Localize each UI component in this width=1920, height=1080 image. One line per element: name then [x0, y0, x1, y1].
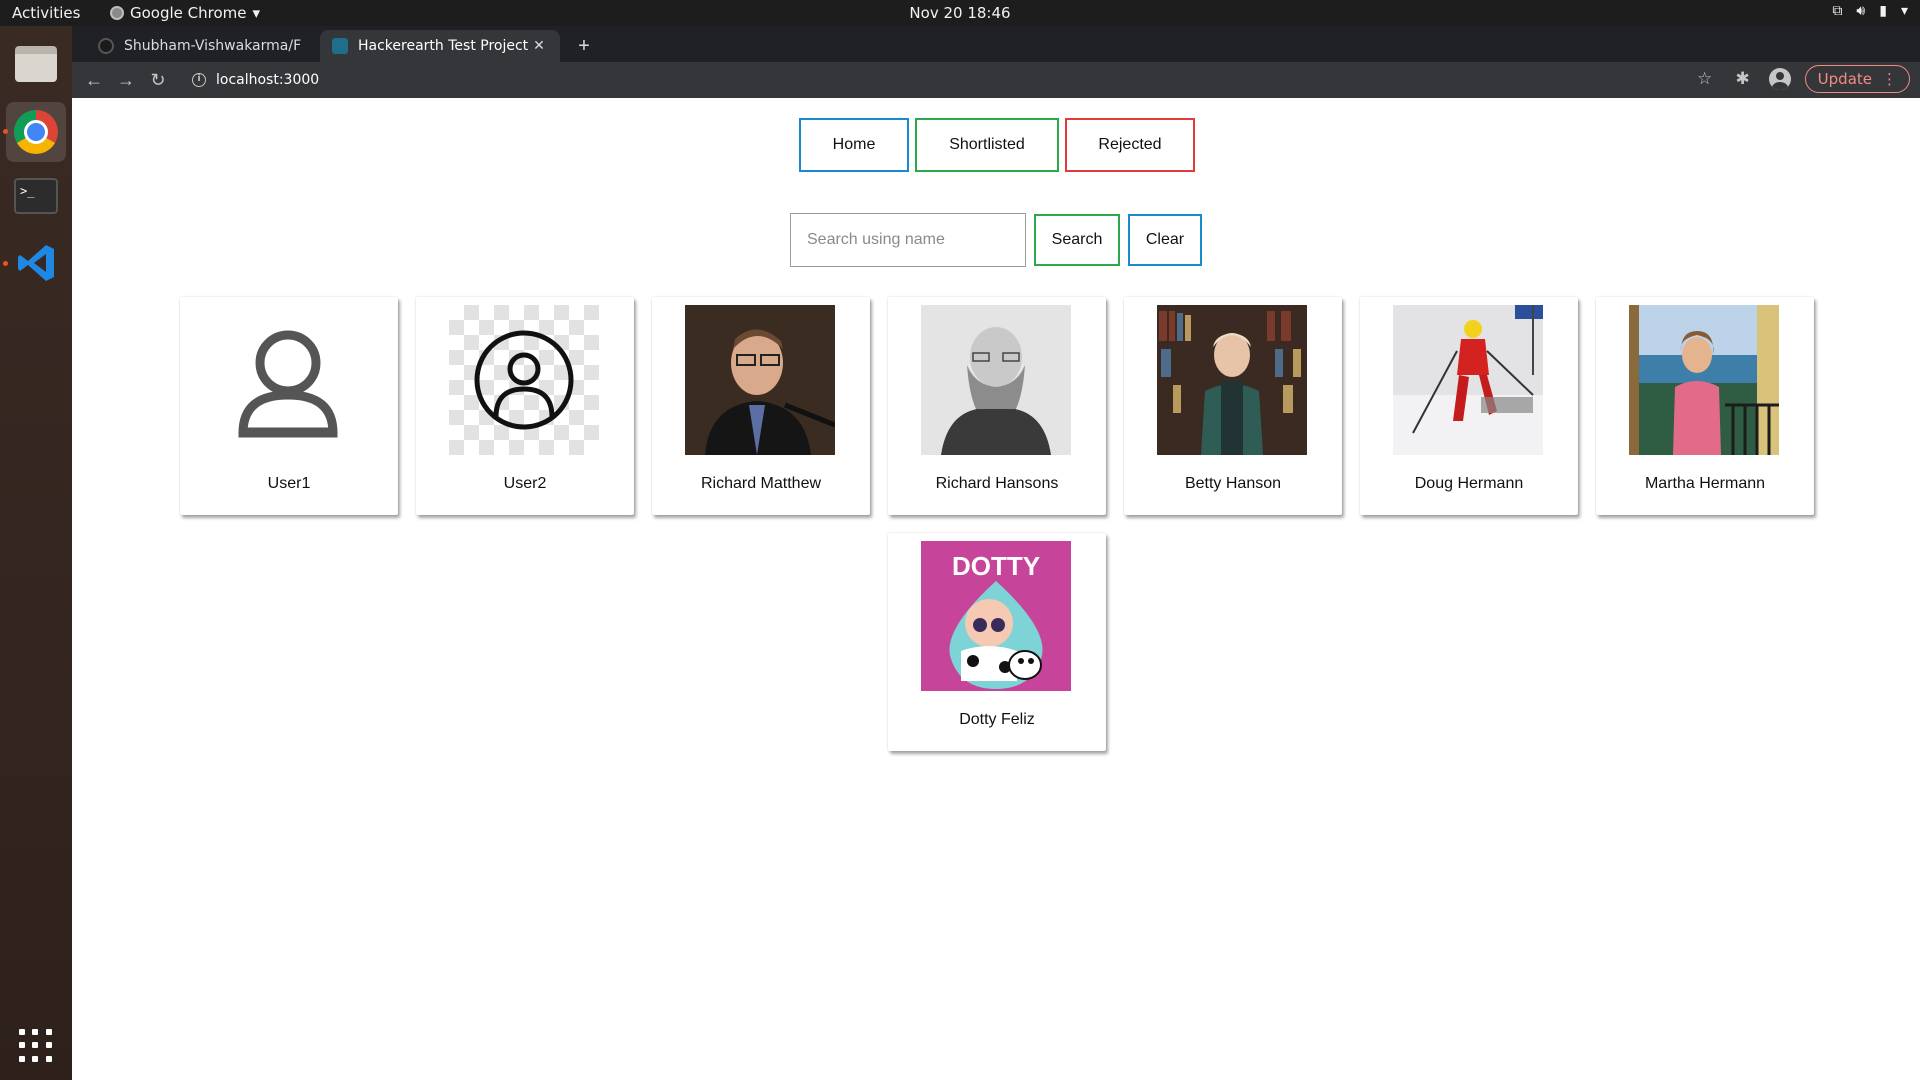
chrome-mini-icon [110, 6, 124, 20]
default-user-icon [213, 305, 363, 455]
search-button[interactable]: Search [1034, 214, 1120, 266]
extensions-icon[interactable]: ✱ [1731, 67, 1755, 91]
files-icon [15, 46, 57, 82]
dock-chrome[interactable] [6, 102, 66, 162]
star-icon[interactable]: ☆ [1693, 67, 1717, 91]
github-favicon-icon [98, 38, 114, 54]
rejected-button[interactable]: Rejected [1065, 118, 1195, 172]
home-button[interactable]: Home [799, 118, 909, 172]
app-grid-icon [19, 1029, 53, 1063]
candidate-name: Betty Hanson [1184, 475, 1282, 492]
back-arrow-icon[interactable]: ← [82, 68, 106, 92]
volume-icon: 🔊︎ [1856, 3, 1866, 19]
kebab-menu-icon: ⋮ [1882, 70, 1897, 88]
tab-title: Hackerearth Test Project [358, 38, 529, 54]
page-content: Home Shortlisted Rejected Search Clear U… [72, 98, 1920, 1080]
browser-toolbar: ← → ↻ i localhost:3000 ☆ ✱ Update ⋮ [72, 62, 1920, 98]
candidate-name: User1 [267, 475, 311, 492]
info-icon[interactable]: i [192, 73, 206, 87]
dock-terminal[interactable]: >_ [6, 166, 66, 226]
candidate-name: Richard Hansons [935, 475, 1059, 492]
filter-nav: Home Shortlisted Rejected [799, 118, 1195, 172]
clock[interactable]: Nov 20 18:46 [909, 4, 1010, 22]
dock-vscode[interactable] [6, 233, 66, 293]
react-favicon-icon [332, 38, 348, 54]
shortlisted-button[interactable]: Shortlisted [915, 118, 1059, 172]
running-indicator [3, 261, 8, 266]
show-applications[interactable] [6, 1016, 66, 1076]
candidate-card[interactable]: User1 [180, 297, 398, 515]
vscode-icon [18, 245, 54, 281]
url-text: localhost:3000 [216, 72, 320, 88]
update-label: Update [1817, 70, 1872, 88]
tab-title: Shubham-Vishwakarma/F [124, 38, 302, 54]
candidate-card[interactable]: DOTTY Dotty Feliz [888, 533, 1106, 751]
search-input[interactable] [790, 213, 1026, 267]
activities-button[interactable]: Activities [12, 4, 80, 22]
candidate-photo [921, 305, 1071, 455]
app-menu[interactable]: Google Chrome ▾ [110, 4, 260, 22]
candidate-photo [1629, 305, 1779, 455]
user-circle-icon [449, 305, 599, 455]
forward-arrow-icon[interactable]: → [114, 68, 138, 92]
candidate-name: User2 [503, 475, 547, 492]
candidate-card[interactable]: Doug Hermann [1360, 297, 1578, 515]
candidate-name: Doug Hermann [1414, 475, 1524, 492]
dotty-logo-text: DOTTY [952, 551, 1040, 581]
battery-icon: ▮ [1879, 3, 1887, 19]
network-icon: ⧉ [1832, 3, 1843, 19]
terminal-icon: >_ [14, 178, 58, 214]
candidate-photo [685, 305, 835, 455]
running-indicator [3, 129, 8, 134]
candidate-card[interactable]: User2 [416, 297, 634, 515]
system-tray[interactable]: ⧉ 🔊︎ ▮ ▾ [1832, 3, 1908, 19]
search-bar: Search Clear [790, 213, 1202, 267]
candidate-photo [1393, 305, 1543, 455]
update-button[interactable]: Update ⋮ [1804, 65, 1910, 93]
candidate-card[interactable]: Richard Hansons [888, 297, 1106, 515]
dock-files[interactable] [6, 34, 66, 94]
tab-strip: Shubham-Vishwakarma/F Hackerearth Test P… [72, 26, 1920, 62]
caret-down-icon: ▾ [252, 4, 261, 22]
tab-github[interactable]: Shubham-Vishwakarma/F [86, 30, 326, 62]
reload-icon[interactable]: ↻ [146, 68, 170, 92]
new-tab-button[interactable]: + [570, 32, 598, 60]
clear-button[interactable]: Clear [1128, 214, 1202, 266]
candidate-name: Martha Hermann [1644, 475, 1766, 492]
candidate-card[interactable]: Betty Hanson [1124, 297, 1342, 515]
candidate-name: Dotty Feliz [959, 711, 1035, 728]
close-tab-icon[interactable]: ✕ [530, 38, 548, 54]
tray-caret-icon: ▾ [1900, 3, 1908, 19]
candidate-photo: DOTTY [921, 541, 1071, 691]
candidate-card[interactable]: Richard Matthew [652, 297, 870, 515]
candidate-card[interactable]: Martha Hermann [1596, 297, 1814, 515]
address-bar[interactable]: i localhost:3000 [182, 64, 1772, 96]
tab-hackerearth[interactable]: Hackerearth Test Project ✕ [320, 30, 560, 62]
dock: >_ [0, 26, 72, 1080]
app-menu-label: Google Chrome [130, 4, 247, 22]
candidate-photo [1157, 305, 1307, 455]
chrome-icon [14, 110, 58, 154]
profile-avatar-icon[interactable] [1768, 68, 1791, 90]
system-top-bar: Activities Google Chrome ▾ Nov 20 18:46 … [0, 0, 1920, 26]
candidate-name: Richard Matthew [700, 475, 822, 492]
